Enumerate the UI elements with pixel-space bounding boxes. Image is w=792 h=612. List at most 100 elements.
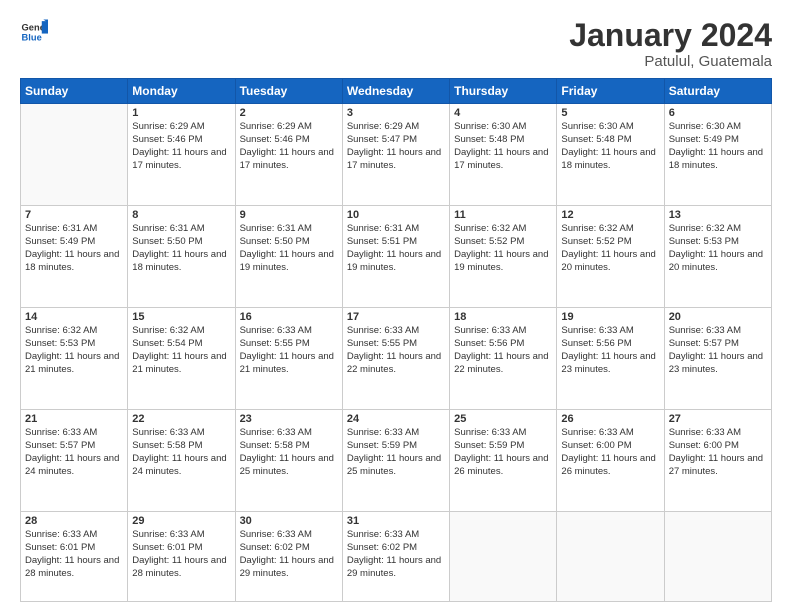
table-row (664, 512, 771, 602)
day-info: Sunrise: 6:29 AMSunset: 5:47 PMDaylight:… (347, 121, 445, 172)
table-row: 10 Sunrise: 6:31 AMSunset: 5:51 PMDayligh… (342, 206, 449, 308)
day-number: 16 (240, 311, 338, 323)
table-row: 11 Sunrise: 6:32 AMSunset: 5:52 PMDayligh… (450, 206, 557, 308)
day-info: Sunrise: 6:32 AMSunset: 5:52 PMDaylight:… (561, 223, 659, 274)
day-number: 26 (561, 413, 659, 425)
day-number: 2 (240, 107, 338, 119)
day-number: 14 (25, 311, 123, 323)
table-row: 4Sunrise: 6:30 AMSunset: 5:48 PMDaylight… (450, 104, 557, 206)
col-wednesday: Wednesday (342, 79, 449, 104)
table-row: 2 Sunrise: 6:29 AMSunset: 5:46 PMDaylight… (235, 104, 342, 206)
logo: General Blue (20, 18, 48, 46)
calendar-week-row: 21 Sunrise: 6:33 AMSunset: 5:57 PMDayligh… (21, 410, 772, 512)
day-info: Sunrise: 6:33 AMSunset: 5:57 PMDaylight:… (25, 427, 123, 478)
table-row: 15Sunrise: 6:32 AMSunset: 5:54 PMDayligh… (128, 308, 235, 410)
calendar-week-row: 7 Sunrise: 6:31 AMSunset: 5:49 PMDaylight… (21, 206, 772, 308)
calendar-week-row: 28 Sunrise: 6:33 AMSunset: 6:01 PMDayligh… (21, 512, 772, 602)
table-row: 9Sunrise: 6:31 AMSunset: 5:50 PMDaylight… (235, 206, 342, 308)
day-number: 13 (669, 209, 767, 221)
day-info: Sunrise: 6:33 AMSunset: 6:00 PMDaylight:… (561, 427, 659, 478)
day-info: Sunrise: 6:33 AMSunset: 6:02 PMDaylight:… (240, 529, 338, 580)
day-number: 24 (347, 413, 445, 425)
day-number: 17 (347, 311, 445, 323)
day-number: 31 (347, 515, 445, 527)
day-info: Sunrise: 6:33 AMSunset: 5:56 PMDaylight:… (454, 325, 552, 376)
col-saturday: Saturday (664, 79, 771, 104)
location: Patulul, Guatemala (569, 53, 772, 70)
day-info: Sunrise: 6:33 AMSunset: 6:01 PMDaylight:… (25, 529, 123, 580)
table-row: 28 Sunrise: 6:33 AMSunset: 6:01 PMDayligh… (21, 512, 128, 602)
day-number: 29 (132, 515, 230, 527)
day-number: 3 (347, 107, 445, 119)
table-row: 23Sunrise: 6:33 AMSunset: 5:58 PMDayligh… (235, 410, 342, 512)
table-row: 24 Sunrise: 6:33 AMSunset: 5:59 PMDayligh… (342, 410, 449, 512)
day-info: Sunrise: 6:29 AMSunset: 5:46 PMDaylight:… (240, 121, 338, 172)
month-title: January 2024 (569, 18, 772, 53)
day-info: Sunrise: 6:29 AMSunset: 5:46 PMDaylight:… (132, 121, 230, 172)
table-row: 14Sunrise: 6:32 AMSunset: 5:53 PMDayligh… (21, 308, 128, 410)
table-row: 19Sunrise: 6:33 AMSunset: 5:56 PMDayligh… (557, 308, 664, 410)
day-info: Sunrise: 6:33 AMSunset: 5:55 PMDaylight:… (347, 325, 445, 376)
header: General Blue January 2024 Patulul, Guate… (20, 18, 772, 70)
table-row: 26 Sunrise: 6:33 AMSunset: 6:00 PMDayligh… (557, 410, 664, 512)
day-info: Sunrise: 6:33 AMSunset: 6:00 PMDaylight:… (669, 427, 767, 478)
table-row: 3 Sunrise: 6:29 AMSunset: 5:47 PMDaylight… (342, 104, 449, 206)
calendar-table: Sunday Monday Tuesday Wednesday Thursday… (20, 78, 772, 602)
day-info: Sunrise: 6:33 AMSunset: 6:02 PMDaylight:… (347, 529, 445, 580)
day-number: 22 (132, 413, 230, 425)
page: General Blue January 2024 Patulul, Guate… (0, 0, 792, 612)
table-row: 27 Sunrise: 6:33 AMSunset: 6:00 PMDayligh… (664, 410, 771, 512)
day-number: 30 (240, 515, 338, 527)
col-monday: Monday (128, 79, 235, 104)
table-row (21, 104, 128, 206)
day-number: 27 (669, 413, 767, 425)
table-row: 5Sunrise: 6:30 AMSunset: 5:48 PMDaylight… (557, 104, 664, 206)
day-number: 21 (25, 413, 123, 425)
day-info: Sunrise: 6:32 AMSunset: 5:52 PMDaylight:… (454, 223, 552, 274)
table-row: 7 Sunrise: 6:31 AMSunset: 5:49 PMDaylight… (21, 206, 128, 308)
table-row: 6 Sunrise: 6:30 AMSunset: 5:49 PMDaylight… (664, 104, 771, 206)
col-sunday: Sunday (21, 79, 128, 104)
day-number: 10 (347, 209, 445, 221)
table-row: 17 Sunrise: 6:33 AMSunset: 5:55 PMDayligh… (342, 308, 449, 410)
svg-text:Blue: Blue (22, 33, 42, 43)
day-number: 28 (25, 515, 123, 527)
table-row (450, 512, 557, 602)
day-info: Sunrise: 6:32 AMSunset: 5:53 PMDaylight:… (669, 223, 767, 274)
table-row: 22 Sunrise: 6:33 AMSunset: 5:58 PMDayligh… (128, 410, 235, 512)
day-number: 20 (669, 311, 767, 323)
day-info: Sunrise: 6:31 AMSunset: 5:51 PMDaylight:… (347, 223, 445, 274)
table-row: 30 Sunrise: 6:33 AMSunset: 6:02 PMDayligh… (235, 512, 342, 602)
title-block: January 2024 Patulul, Guatemala (569, 18, 772, 70)
day-info: Sunrise: 6:33 AMSunset: 5:56 PMDaylight:… (561, 325, 659, 376)
day-info: Sunrise: 6:31 AMSunset: 5:50 PMDaylight:… (132, 223, 230, 274)
table-row: 1 Sunrise: 6:29 AMSunset: 5:46 PMDaylight… (128, 104, 235, 206)
day-info: Sunrise: 6:33 AMSunset: 5:58 PMDaylight:… (240, 427, 338, 478)
day-number: 7 (25, 209, 123, 221)
day-number: 15 (132, 311, 230, 323)
table-row (557, 512, 664, 602)
day-info: Sunrise: 6:33 AMSunset: 5:59 PMDaylight:… (454, 427, 552, 478)
day-number: 25 (454, 413, 552, 425)
table-row: 16 Sunrise: 6:33 AMSunset: 5:55 PMDayligh… (235, 308, 342, 410)
day-number: 11 (454, 209, 552, 221)
day-number: 18 (454, 311, 552, 323)
table-row: 13 Sunrise: 6:32 AMSunset: 5:53 PMDayligh… (664, 206, 771, 308)
day-number: 1 (132, 107, 230, 119)
table-row: 25 Sunrise: 6:33 AMSunset: 5:59 PMDayligh… (450, 410, 557, 512)
col-thursday: Thursday (450, 79, 557, 104)
day-number: 9 (240, 209, 338, 221)
day-number: 6 (669, 107, 767, 119)
day-info: Sunrise: 6:33 AMSunset: 5:55 PMDaylight:… (240, 325, 338, 376)
day-info: Sunrise: 6:30 AMSunset: 5:49 PMDaylight:… (669, 121, 767, 172)
calendar-week-row: 1 Sunrise: 6:29 AMSunset: 5:46 PMDaylight… (21, 104, 772, 206)
logo-icon: General Blue (20, 18, 48, 46)
col-tuesday: Tuesday (235, 79, 342, 104)
table-row: 18 Sunrise: 6:33 AMSunset: 5:56 PMDayligh… (450, 308, 557, 410)
table-row: 8Sunrise: 6:31 AMSunset: 5:50 PMDaylight… (128, 206, 235, 308)
day-info: Sunrise: 6:33 AMSunset: 5:58 PMDaylight:… (132, 427, 230, 478)
col-friday: Friday (557, 79, 664, 104)
day-info: Sunrise: 6:33 AMSunset: 5:59 PMDaylight:… (347, 427, 445, 478)
day-info: Sunrise: 6:31 AMSunset: 5:49 PMDaylight:… (25, 223, 123, 274)
day-info: Sunrise: 6:33 AMSunset: 5:57 PMDaylight:… (669, 325, 767, 376)
